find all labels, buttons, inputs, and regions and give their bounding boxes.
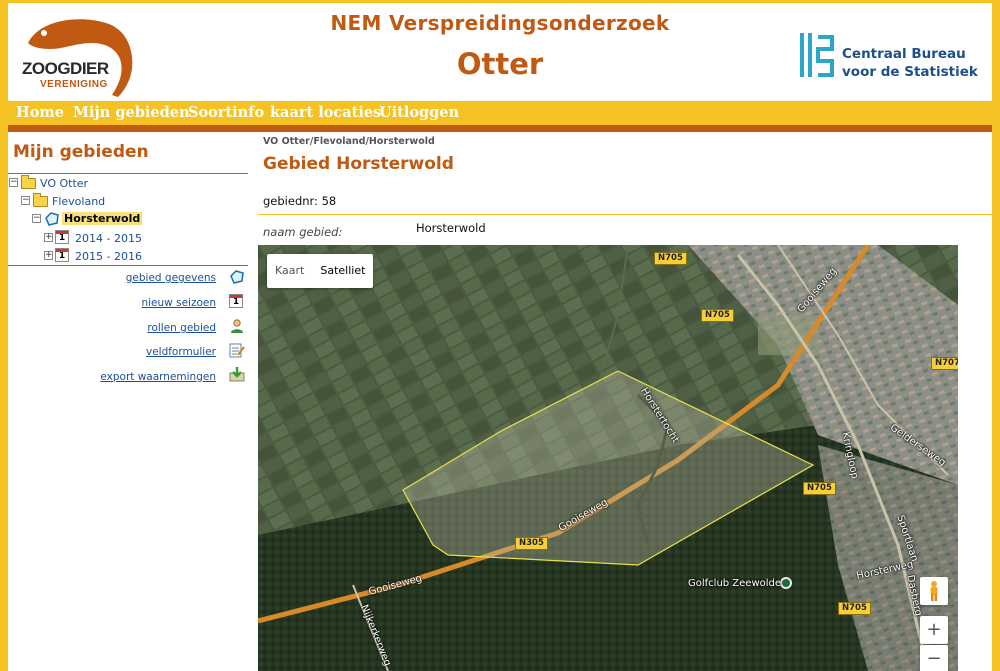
divider: [258, 214, 992, 215]
area-shape-icon[interactable]: [229, 269, 245, 285]
tree-node-season-2015[interactable]: + 1 2015 - 2016: [8, 248, 248, 264]
user-icon[interactable]: [229, 318, 245, 334]
cbs-line1: Centraal Bureau: [842, 46, 966, 62]
collapse-icon[interactable]: −: [32, 214, 41, 223]
tree-node-vo-otter[interactable]: − VO Otter: [8, 175, 248, 192]
nav-kaart-locaties[interactable]: kaart locaties: [270, 104, 381, 121]
road-shield: N705: [803, 482, 836, 495]
cbs-icon: [800, 33, 834, 77]
tree-label-season-2015[interactable]: 2015 - 2016: [75, 250, 142, 263]
form-edit-icon[interactable]: [229, 342, 245, 358]
area-shape-icon: [45, 212, 59, 226]
action-nieuw-seizoen[interactable]: nieuw seizoen: [141, 297, 216, 309]
frame-right: [992, 0, 1000, 671]
map-type-kaart[interactable]: Kaart: [267, 254, 312, 288]
folder-icon: [33, 193, 48, 207]
pegman-icon: [930, 581, 938, 601]
cbs-logo[interactable]: Centraal Bureau voor de Statistiek: [798, 25, 988, 89]
nav-underline: [8, 125, 992, 132]
tree-label-vo-otter[interactable]: VO Otter: [40, 177, 88, 190]
street-view-pegman-icon[interactable]: [920, 577, 948, 605]
calendar-icon: 1: [55, 230, 69, 244]
satellite-map[interactable]: N705 N705 N707 N705 N305 N705 Horstertoc…: [258, 245, 958, 671]
road-shield: N305: [515, 537, 548, 550]
main-content: VO Otter/Flevoland/Horsterwold Gebied Ho…: [258, 132, 992, 671]
action-rollen-gebied[interactable]: rollen gebied: [147, 322, 216, 334]
export-icon[interactable]: [229, 366, 245, 382]
naam-gebied-label: naam gebied:: [263, 225, 343, 239]
action-export-waarnemingen[interactable]: export waarnemingen: [100, 371, 216, 383]
calendar-icon: 1: [55, 248, 69, 262]
road-shield: N705: [654, 252, 687, 265]
cbs-line2: voor de Statistiek: [842, 64, 978, 80]
road-shield: N705: [701, 309, 734, 322]
tree-label-flevoland[interactable]: Flevoland: [52, 195, 105, 208]
zoom-in-button[interactable]: +: [920, 616, 948, 644]
gebiednr: gebiednr: 58: [263, 194, 337, 208]
map-label: Golfclub Zeewolde: [688, 578, 782, 589]
nav-mijn-gebieden[interactable]: Mijn gebieden: [73, 104, 190, 121]
collapse-icon[interactable]: −: [9, 178, 18, 187]
tree-node-season-2014[interactable]: + 1 2014 - 2015: [8, 230, 248, 246]
breadcrumb: VO Otter/Flevoland/Horsterwold: [263, 136, 435, 147]
site-header: ZOOGDIER VERENIGING NEM Verspreidingsond…: [8, 3, 992, 101]
tree-node-flevoland[interactable]: − Flevoland: [8, 193, 248, 210]
road-shield: N707: [931, 357, 958, 370]
calendar-icon[interactable]: 1: [229, 294, 243, 308]
action-veldformulier[interactable]: veldformulier: [146, 346, 216, 358]
map-type-control: Kaart Satelliet: [267, 254, 374, 288]
naam-gebied-value: Horsterwold: [416, 221, 486, 235]
nav-uitloggen[interactable]: Uitloggen: [379, 104, 459, 121]
collapse-icon[interactable]: −: [21, 196, 30, 205]
nav-soortinfo[interactable]: Soortinfo: [188, 104, 264, 121]
zoom-out-button[interactable]: −: [920, 645, 948, 671]
sidebar-title: Mijn gebieden: [13, 142, 149, 162]
sidebar-tree-rule: [8, 265, 248, 266]
folder-icon: [21, 175, 36, 189]
cbs-name: Centraal Bureau voor de Statistiek: [842, 45, 978, 81]
action-gebied-gegevens[interactable]: gebied gegevens: [126, 272, 216, 284]
road-shield: N705: [838, 602, 871, 615]
sidebar: Mijn gebieden − VO Otter − Flevoland − H…: [8, 132, 248, 671]
expand-icon[interactable]: +: [44, 251, 53, 260]
map-type-satelliet[interactable]: Satelliet: [312, 254, 373, 288]
expand-icon[interactable]: +: [44, 233, 53, 242]
frame-left: [0, 0, 8, 671]
nav-home[interactable]: Home: [16, 104, 64, 121]
sidebar-title-rule: [8, 173, 248, 174]
main-nav: Home Mijn gebieden Soortinfo kaart locat…: [8, 101, 992, 125]
tree-label-horsterwold[interactable]: Horsterwold: [62, 212, 143, 225]
tree-node-horsterwold[interactable]: − Horsterwold: [8, 212, 248, 228]
page-title: Gebied Horsterwold: [263, 154, 454, 174]
tree-label-season-2014[interactable]: 2014 - 2015: [75, 232, 142, 245]
